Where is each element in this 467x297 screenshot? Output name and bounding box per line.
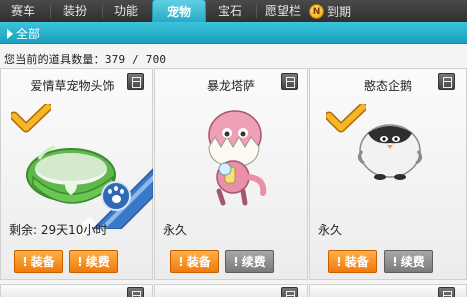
- penguin-pet-image: [357, 124, 423, 180]
- tab-separator: [102, 4, 103, 18]
- category-tab-bar: 赛车 装扮 功能 宠物 宝石 愿望栏 N 到期: [0, 0, 467, 23]
- renew-button-label: 续费: [85, 255, 110, 269]
- tab-cars[interactable]: 赛车: [5, 0, 41, 22]
- renew-button[interactable]: ! 续费: [69, 250, 118, 273]
- equip-button[interactable]: ! 装备: [328, 250, 377, 273]
- paw-icon: [101, 181, 131, 211]
- pet-inventory-window: 赛车 装扮 功能 宠物 宝石 愿望栏 N 到期 全部 您当前的道具数量：379 …: [0, 0, 467, 297]
- tab-function[interactable]: 功能: [108, 0, 144, 22]
- item-card-partial[interactable]: [0, 284, 153, 297]
- item-card-partial[interactable]: [309, 284, 467, 297]
- item-card[interactable]: 憨态企鹅 永久 ! 装备 ! 续费: [309, 68, 467, 280]
- item-count-label: 您当前的道具数量：: [4, 53, 105, 66]
- tab-expiring-label: 到期: [327, 4, 352, 19]
- filter-all[interactable]: 全部: [7, 25, 40, 42]
- renew-button-label: 续费: [400, 255, 425, 269]
- item-count: 您当前的道具数量：379 / 700: [4, 51, 166, 67]
- renew-button[interactable]: ! 续费: [225, 250, 274, 273]
- tab-outfit[interactable]: 装扮: [57, 0, 93, 22]
- exclamation-icon: !: [178, 254, 184, 269]
- item-duration: 永久: [318, 223, 343, 237]
- renew-button-label: 续费: [241, 255, 266, 269]
- exclamation-icon: !: [392, 254, 398, 269]
- filter-all-label: 全部: [16, 27, 41, 41]
- storage-box-icon[interactable]: [438, 73, 455, 90]
- equip-button-label: 装备: [30, 255, 55, 269]
- item-duration: 永久: [163, 223, 188, 237]
- triangle-right-icon: [7, 28, 13, 39]
- exclamation-icon: !: [336, 254, 342, 269]
- exclamation-icon: !: [233, 254, 239, 269]
- tab-gems[interactable]: 宝石: [212, 0, 248, 22]
- filter-bar: 全部: [0, 22, 467, 44]
- tab-separator: [256, 4, 257, 18]
- new-badge-icon: N: [309, 3, 324, 19]
- equip-button[interactable]: ! 装备: [170, 250, 219, 273]
- item-grid: 爱情草宠物头饰 宠物 剩余: 29天10小时 ! 装备 ! 续费 暴龙塔萨 永久…: [0, 68, 467, 297]
- equip-button[interactable]: ! 装备: [14, 250, 63, 273]
- item-count-value: 379 / 700: [104, 53, 167, 66]
- renew-button[interactable]: ! 续费: [384, 250, 433, 273]
- item-card-partial[interactable]: [154, 284, 308, 297]
- tab-pets[interactable]: 宠物: [152, 0, 206, 23]
- tab-wishlist[interactable]: 愿望栏: [260, 0, 306, 22]
- item-card[interactable]: 爱情草宠物头饰 宠物 剩余: 29天10小时 ! 装备 ! 续费: [0, 68, 153, 280]
- equip-button-label: 装备: [186, 255, 211, 269]
- tab-expiring[interactable]: N 到期: [309, 3, 351, 19]
- exclamation-icon: !: [77, 254, 83, 269]
- storage-box-icon[interactable]: [438, 287, 455, 297]
- item-name: 爱情草宠物头饰: [30, 79, 115, 93]
- storage-box-icon[interactable]: [127, 287, 144, 297]
- storage-box-icon[interactable]: [127, 73, 144, 90]
- item-card[interactable]: 暴龙塔萨 永久 ! 装备 ! 续费: [154, 68, 308, 280]
- tab-separator: [50, 4, 51, 18]
- storage-box-icon[interactable]: [281, 287, 298, 297]
- item-duration: 剩余: 29天10小时: [9, 223, 108, 237]
- equip-button-label: 装备: [344, 255, 369, 269]
- storage-box-icon[interactable]: [281, 73, 298, 90]
- exclamation-icon: !: [22, 254, 28, 269]
- dinosaur-pet-image: [208, 110, 267, 206]
